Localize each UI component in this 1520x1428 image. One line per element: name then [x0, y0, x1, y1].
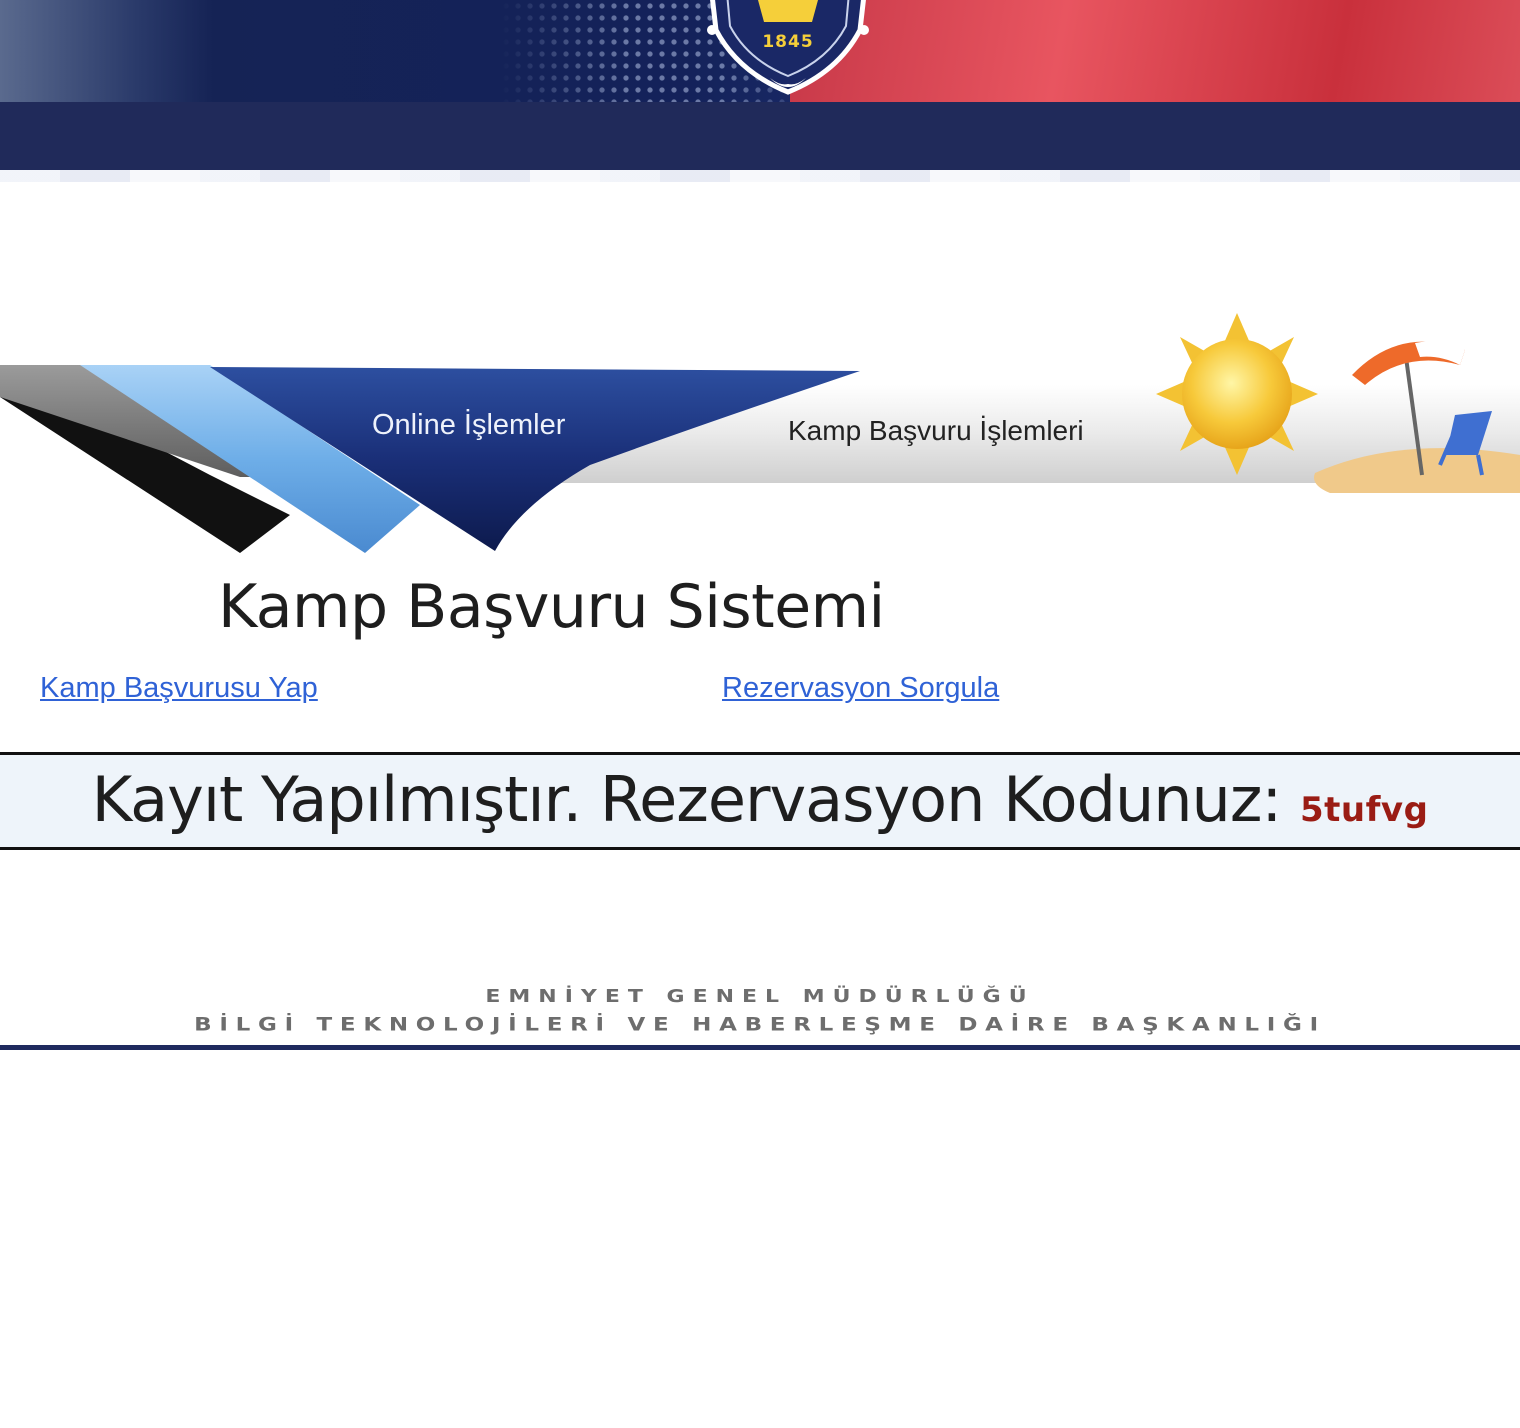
header-banner: 1845: [0, 0, 1520, 102]
section-banner: Online İşlemler Kamp Başvuru İşlemleri: [0, 305, 1520, 565]
reservation-code: 5tufvg: [1300, 790, 1429, 830]
apply-camp-link[interactable]: Kamp Başvurusu Yap: [40, 672, 318, 705]
footer-divider: [0, 1045, 1520, 1050]
section-label: Kamp Başvuru İşlemleri: [788, 415, 1084, 446]
result-panel: Kayıt Yapılmıştır. Rezervasyon Kodunuz: …: [0, 752, 1520, 850]
emblem-year: 1845: [762, 32, 814, 52]
page-title: Kamp Başvuru Sistemi: [218, 572, 885, 642]
reservation-query-link[interactable]: Rezervasyon Sorgula: [722, 672, 999, 705]
online-islemler-label: Online İşlemler: [372, 409, 566, 441]
footer-department-name: BİLGİ TEKNOLOJİLERİ VE HABERLEŞME DAİRE …: [194, 1014, 1326, 1036]
result-message: Kayıt Yapılmıştır. Rezervasyon Kodunuz:: [91, 763, 1283, 836]
decorative-strip: [0, 170, 1520, 182]
sun-icon: [1156, 313, 1318, 475]
section-banner-graphic: [0, 313, 1520, 553]
footer-org-name: EMNİYET GENEL MÜDÜRLÜĞÜ: [485, 986, 1035, 1007]
nav-bar: [0, 102, 1520, 170]
result-message-line: Kayıt Yapılmıştır. Rezervasyon Kodunuz: …: [0, 763, 1520, 836]
police-emblem-icon: 1845: [688, 0, 888, 96]
turkish-flag-image: [790, 0, 1520, 102]
